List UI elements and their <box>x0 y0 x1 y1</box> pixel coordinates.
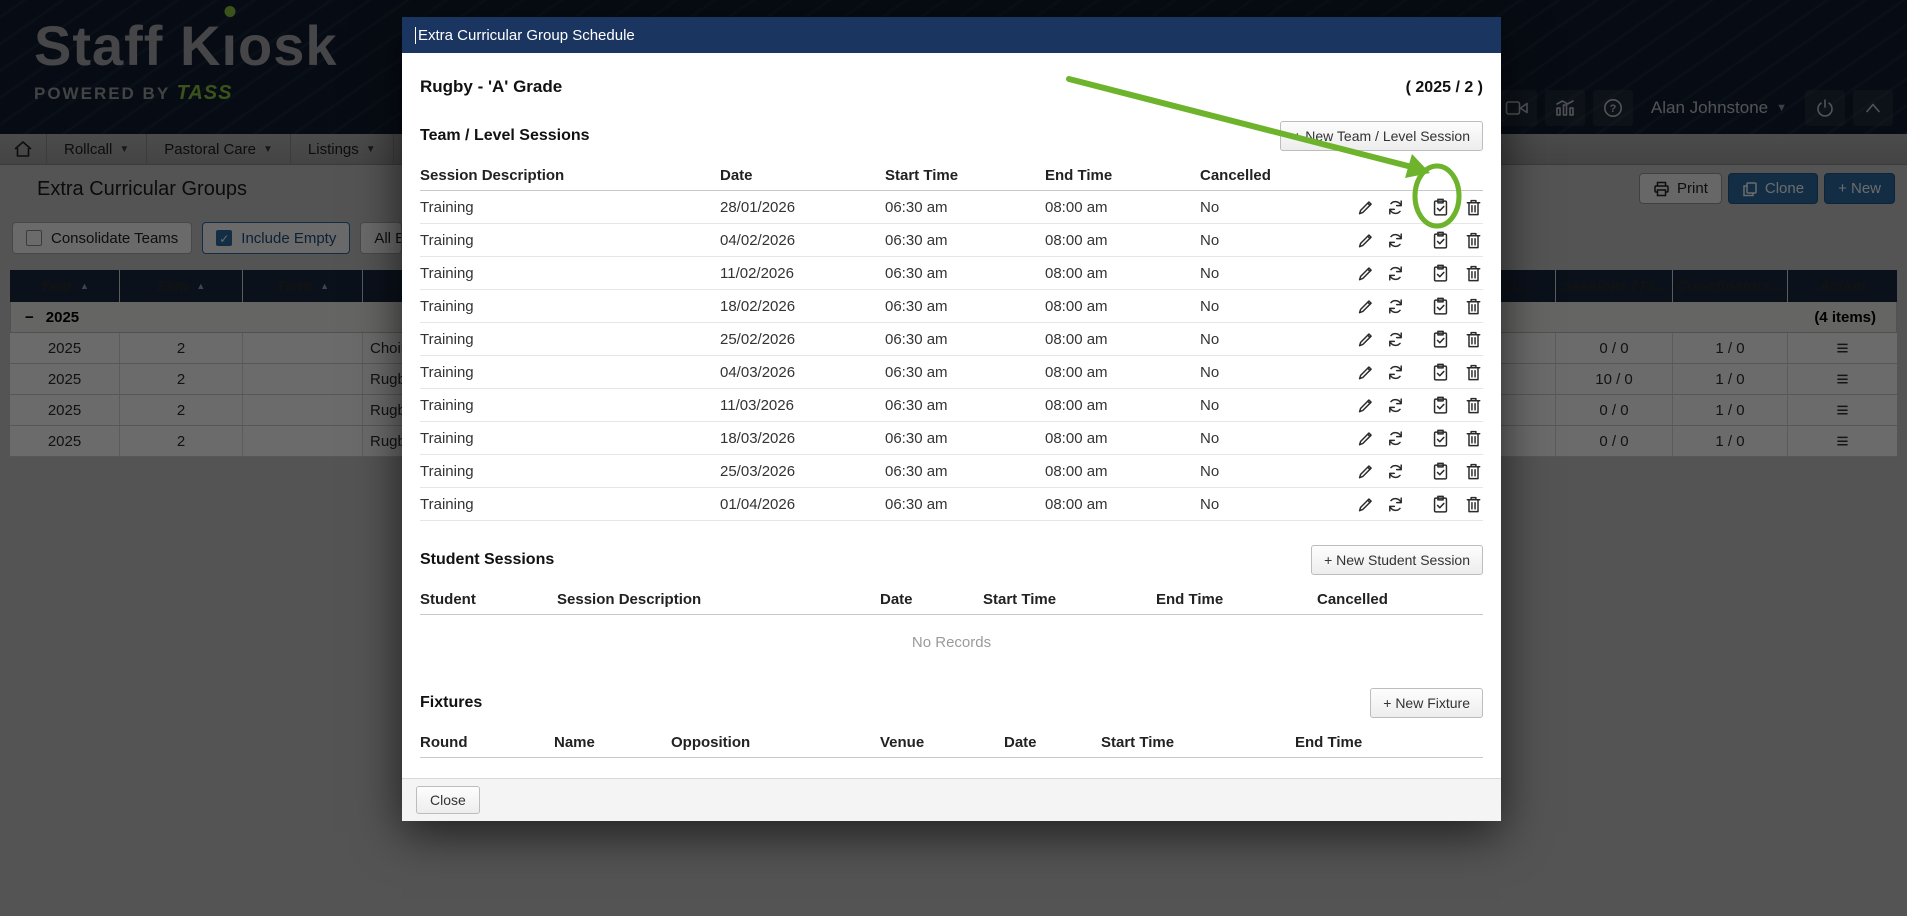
delete-icon[interactable] <box>1464 198 1483 217</box>
close-button[interactable]: Close <box>416 786 480 814</box>
team-sessions-table-header: Session Description Date Start Time End … <box>420 161 1483 191</box>
th-end-time: End Time <box>1156 591 1317 608</box>
student-sessions-heading: Student Sessions <box>420 551 554 569</box>
clipboard-check-icon[interactable] <box>1431 462 1450 481</box>
team-sessions-heading: Team / Level Sessions <box>420 127 590 145</box>
edit-icon[interactable] <box>1357 495 1375 514</box>
clipboard-check-icon[interactable] <box>1431 264 1450 283</box>
th-cancelled: Cancelled <box>1317 591 1483 608</box>
refresh-icon[interactable] <box>1386 462 1405 481</box>
fixtures-heading: Fixtures <box>420 694 482 712</box>
th-start-time: Start Time <box>885 167 1045 184</box>
team-session-row: Training 04/03/2026 06:30 am 08:00 am No <box>420 356 1483 389</box>
clipboard-check-icon[interactable] <box>1431 495 1450 514</box>
team-session-row: Training 04/02/2026 06:30 am 08:00 am No <box>420 224 1483 257</box>
clipboard-check-icon[interactable] <box>1431 297 1450 316</box>
th-date: Date <box>880 591 983 608</box>
student-sessions-table-header: Student Session Description Date Start T… <box>420 585 1483 615</box>
team-session-row: Training 18/02/2026 06:30 am 08:00 am No <box>420 290 1483 323</box>
edit-icon[interactable] <box>1357 231 1375 250</box>
refresh-icon[interactable] <box>1386 297 1405 316</box>
team-session-row: Training 11/02/2026 06:30 am 08:00 am No <box>420 257 1483 290</box>
team-session-row: Training 01/04/2026 06:30 am 08:00 am No <box>420 488 1483 521</box>
student-sessions-empty: No Records <box>420 615 1483 670</box>
team-session-row: Training 25/02/2026 06:30 am 08:00 am No <box>420 323 1483 356</box>
th-venue: Venue <box>880 734 1004 751</box>
refresh-icon[interactable] <box>1386 264 1405 283</box>
clipboard-check-icon[interactable] <box>1431 396 1450 415</box>
delete-icon[interactable] <box>1464 330 1483 349</box>
th-start-time: Start Time <box>1101 734 1295 751</box>
delete-icon[interactable] <box>1464 264 1483 283</box>
new-student-session-button[interactable]: + New Student Session <box>1311 545 1483 575</box>
edit-icon[interactable] <box>1357 363 1375 382</box>
delete-icon[interactable] <box>1464 297 1483 316</box>
screen: Staff Kıosk POWERED BY TASS 0 ? Alan Joh… <box>0 0 1907 916</box>
modal-group-name: Rugby - 'A' Grade <box>420 77 562 97</box>
delete-icon[interactable] <box>1464 231 1483 250</box>
th-session-description: Session Description <box>420 167 720 184</box>
clipboard-check-icon[interactable] <box>1431 363 1450 382</box>
edit-icon[interactable] <box>1357 198 1375 217</box>
team-session-row: Training 11/03/2026 06:30 am 08:00 am No <box>420 389 1483 422</box>
team-session-row: Training 18/03/2026 06:30 am 08:00 am No <box>420 422 1483 455</box>
edit-icon[interactable] <box>1357 396 1375 415</box>
edit-icon[interactable] <box>1357 429 1375 448</box>
th-student: Student <box>420 591 557 608</box>
th-name: Name <box>554 734 671 751</box>
fixtures-table-header: Round Name Opposition Venue Date Start T… <box>420 728 1483 758</box>
clipboard-check-icon[interactable] <box>1431 330 1450 349</box>
delete-icon[interactable] <box>1464 462 1483 481</box>
refresh-icon[interactable] <box>1386 429 1405 448</box>
team-session-row: Training 25/03/2026 06:30 am 08:00 am No <box>420 455 1483 488</box>
team-session-row: Training 28/01/2026 06:30 am 08:00 am No <box>420 191 1483 224</box>
refresh-icon[interactable] <box>1386 231 1405 250</box>
refresh-icon[interactable] <box>1386 330 1405 349</box>
refresh-icon[interactable] <box>1386 396 1405 415</box>
delete-icon[interactable] <box>1464 429 1483 448</box>
team-sessions-rows: Training 28/01/2026 06:30 am 08:00 am No <box>420 191 1483 521</box>
schedule-modal: Extra Curricular Group Schedule Rugby - … <box>402 17 1501 821</box>
th-date: Date <box>720 167 885 184</box>
refresh-icon[interactable] <box>1386 363 1405 382</box>
text-cursor <box>415 27 416 44</box>
clipboard-check-icon[interactable] <box>1431 198 1450 217</box>
new-fixture-button[interactable]: + New Fixture <box>1370 688 1483 718</box>
th-date: Date <box>1004 734 1101 751</box>
clipboard-check-icon[interactable] <box>1431 429 1450 448</box>
th-opposition: Opposition <box>671 734 880 751</box>
th-cancelled: Cancelled <box>1200 167 1357 184</box>
modal-year-semester: ( 2025 / 2 ) <box>1406 79 1483 97</box>
new-team-session-button[interactable]: + New Team / Level Session <box>1280 121 1483 151</box>
edit-icon[interactable] <box>1357 264 1375 283</box>
refresh-icon[interactable] <box>1386 198 1405 217</box>
th-end-time: End Time <box>1045 167 1200 184</box>
delete-icon[interactable] <box>1464 396 1483 415</box>
th-session-description: Session Description <box>557 591 880 608</box>
edit-icon[interactable] <box>1357 297 1375 316</box>
modal-title: Extra Curricular Group Schedule <box>418 27 635 44</box>
edit-icon[interactable] <box>1357 330 1375 349</box>
delete-icon[interactable] <box>1464 495 1483 514</box>
modal-footer: Close <box>402 778 1501 821</box>
delete-icon[interactable] <box>1464 363 1483 382</box>
th-start-time: Start Time <box>983 591 1156 608</box>
clipboard-check-icon[interactable] <box>1431 231 1450 250</box>
refresh-icon[interactable] <box>1386 495 1405 514</box>
modal-title-bar: Extra Curricular Group Schedule <box>402 17 1501 53</box>
th-end-time: End Time <box>1295 734 1483 751</box>
th-round: Round <box>420 734 554 751</box>
edit-icon[interactable] <box>1357 462 1375 481</box>
